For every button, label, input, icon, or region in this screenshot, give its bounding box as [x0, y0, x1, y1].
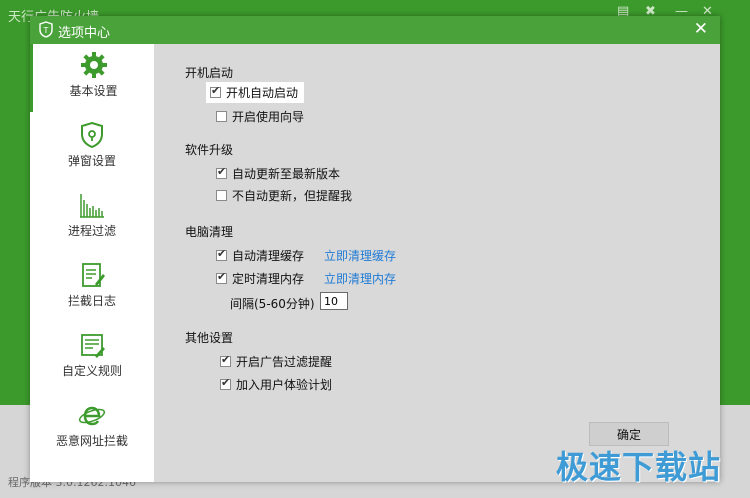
option-label: 开机自动启动	[226, 86, 299, 100]
check-mark-icon: ✔	[211, 84, 221, 97]
sidebar-item-basic-settings[interactable]: 基本设置	[30, 44, 154, 112]
checkbox-box[interactable]	[216, 111, 227, 122]
checkbox-ad-filter-reminder[interactable]: ✔ 开启广告过滤提醒	[220, 353, 332, 370]
section-title-cleanup: 电脑清理	[185, 225, 234, 239]
clean-memory-now-link[interactable]: 立即清理内存	[324, 270, 396, 287]
option-label: 不自动更新，但提醒我	[232, 189, 353, 203]
sidebar-item-label: 弹窗设置	[67, 154, 116, 168]
check-mark-icon: ✔	[217, 270, 227, 283]
sidebar-item-label: 自定义规则	[61, 364, 122, 378]
sidebar-item-popup-settings[interactable]: 弹窗设置	[30, 114, 154, 182]
settings-panel: 开机启动 ✔ 开机自动启动 开启使用向导 软件升级 ✔ 自动更新至最新版本 不自…	[154, 44, 720, 482]
checkbox-box[interactable]: ✔	[220, 353, 231, 367]
option-label: 开启使用向导	[232, 110, 305, 124]
sidebar-item-custom-rules[interactable]: 自定义规则	[30, 324, 154, 392]
rules-icon	[81, 334, 105, 358]
interval-label: 间隔(5-60分钟)	[230, 297, 315, 311]
svg-text:T: T	[43, 26, 49, 35]
sidebar-item-label: 恶意网址拦截	[55, 434, 128, 448]
option-label: 定时清理内存	[232, 272, 305, 286]
checkbox-user-experience-plan[interactable]: ✔ 加入用户体验计划	[220, 376, 332, 393]
dialog-close-button[interactable]: ✕	[694, 19, 708, 39]
checkbox-usage-wizard[interactable]: 开启使用向导	[216, 108, 304, 125]
checkbox-notify-update[interactable]: 不自动更新，但提醒我	[216, 187, 352, 204]
checkbox-auto-update[interactable]: ✔ 自动更新至最新版本	[216, 165, 340, 182]
checkbox-box[interactable]: ✔	[220, 376, 231, 390]
dialog-title: 选项中心	[58, 26, 111, 41]
sidebar-item-label: 基本设置	[69, 84, 118, 98]
notepad-icon	[82, 263, 105, 287]
dialog-titlebar: T 选项中心 ✕	[30, 16, 720, 44]
bar-chart-icon	[80, 194, 104, 218]
clean-cache-now-link[interactable]: 立即清理缓存	[324, 247, 396, 264]
option-label: 开启广告过滤提醒	[236, 355, 333, 369]
sidebar-item-label: 进程过滤	[67, 224, 116, 238]
browser-icon	[78, 406, 106, 426]
options-sidebar: 基本设置 弹窗设置 进程过滤 拦截日志 自定义规则 恶意网址拦截	[30, 44, 154, 482]
section-title-startup: 开机启动	[185, 66, 234, 80]
interval-minutes-input[interactable]	[320, 292, 348, 310]
check-mark-icon: ✔	[217, 165, 227, 178]
sidebar-item-label: 拦截日志	[67, 294, 116, 308]
check-mark-icon: ✔	[221, 376, 231, 389]
option-label: 加入用户体验计划	[236, 378, 333, 392]
checkbox-auto-start[interactable]: ✔ 开机自动启动	[206, 82, 305, 103]
shield-icon	[81, 121, 103, 149]
watermark-text: 极速下载站	[556, 448, 722, 486]
option-label: 自动清理缓存	[232, 249, 305, 263]
section-title-other: 其他设置	[185, 331, 234, 345]
checkbox-box[interactable]: ✔	[210, 84, 221, 98]
sidebar-item-process-filter[interactable]: 进程过滤	[30, 184, 154, 252]
checkbox-auto-clean-cache[interactable]: ✔ 自动清理缓存	[216, 247, 304, 264]
checkbox-box[interactable]: ✔	[216, 270, 227, 284]
gear-icon	[80, 52, 107, 78]
checkbox-box[interactable]	[216, 190, 227, 201]
checkbox-box[interactable]: ✔	[216, 165, 227, 179]
options-dialog: T 选项中心 ✕ 基本设置 弹窗设置 进程过滤 拦截日志 自定义规则 恶意网址拦…	[30, 16, 720, 482]
checkbox-timed-clean-memory[interactable]: ✔ 定时清理内存	[216, 270, 304, 287]
sidebar-item-block-log[interactable]: 拦截日志	[30, 254, 154, 322]
check-mark-icon: ✔	[217, 247, 227, 260]
app-logo-icon: T	[39, 21, 53, 38]
section-title-upgrade: 软件升级	[185, 143, 234, 157]
check-mark-icon: ✔	[221, 353, 231, 366]
option-label: 自动更新至最新版本	[232, 167, 341, 181]
sidebar-item-malicious-url-block[interactable]: 恶意网址拦截	[30, 394, 154, 462]
checkbox-box[interactable]: ✔	[216, 247, 227, 261]
